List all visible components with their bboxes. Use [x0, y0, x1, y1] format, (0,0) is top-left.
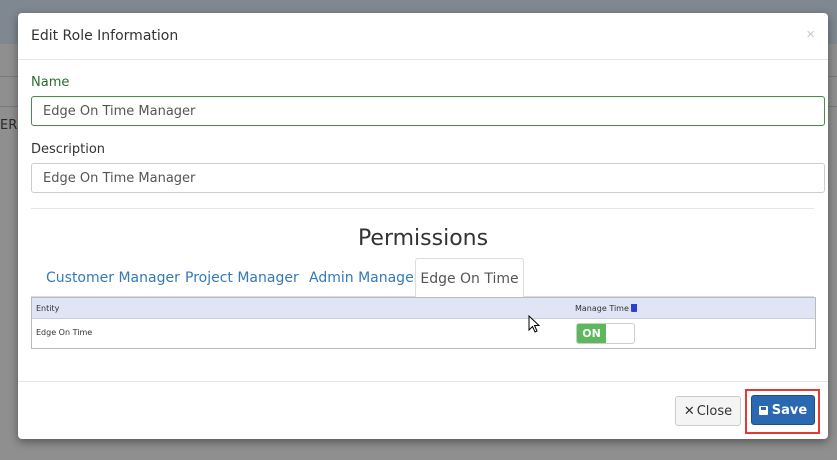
tab-customer-manager[interactable]: Customer Manager	[46, 258, 180, 296]
close-button-label: Close	[696, 404, 733, 419]
toggle-on-label: ON	[577, 324, 606, 343]
close-button[interactable]: ✕ Close	[675, 396, 741, 426]
permissions-title: Permissions	[357, 226, 489, 251]
manage-time-header-label: Manage Time	[575, 304, 629, 313]
modal-footer-divider	[18, 381, 828, 382]
floppy-disk-icon	[758, 406, 768, 415]
manage-time-toggle[interactable]: ON	[576, 323, 635, 344]
edit-role-modal: Edit Role Information × Name Description…	[18, 13, 828, 439]
entity-cell: Edge On Time	[36, 328, 93, 337]
name-input[interactable]	[31, 96, 825, 126]
close-icon[interactable]: ×	[806, 25, 815, 45]
modal-title: Edit Role Information	[31, 28, 179, 44]
tab-project-manager[interactable]: Project Manager	[185, 258, 299, 296]
backdrop-partial-text: ER	[0, 118, 18, 133]
name-label: Name	[31, 75, 70, 90]
permissions-table: Entity Manage Time Edge On Time ON	[31, 297, 816, 349]
permission-tabs: Customer Manager Project Manager Admin M…	[31, 258, 814, 298]
modal-header: Edit Role Information ×	[18, 13, 828, 60]
mouse-cursor-icon	[528, 315, 540, 333]
description-input[interactable]	[31, 163, 825, 193]
tab-edge-on-time[interactable]: Edge On Time	[415, 258, 524, 298]
table-row: Edge On Time ON	[32, 319, 815, 348]
description-label: Description	[31, 142, 106, 157]
save-button-label: Save	[771, 403, 808, 418]
times-icon: ✕	[683, 404, 695, 419]
table-header-row: Entity Manage Time	[32, 298, 815, 319]
manage-time-column-header: Manage Time	[575, 304, 637, 313]
tab-admin-manager[interactable]: Admin Manager	[309, 258, 419, 296]
section-divider	[31, 208, 814, 209]
trash-icon[interactable]	[630, 304, 637, 312]
entity-column-header: Entity	[36, 304, 60, 313]
save-button[interactable]: Save	[751, 395, 815, 425]
